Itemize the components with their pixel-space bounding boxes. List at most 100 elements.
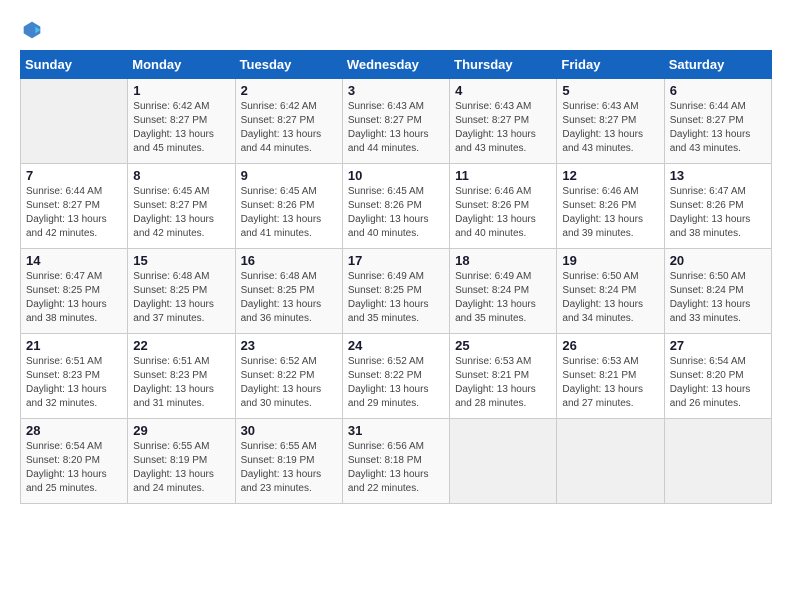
day-info: Sunrise: 6:48 AMSunset: 8:25 PMDaylight:… <box>133 270 229 326</box>
day-cell: 24Sunrise: 6:52 AMSunset: 8:22 PMDayligh… <box>342 334 449 419</box>
day-number: 11 <box>455 168 551 183</box>
day-info: Sunrise: 6:47 AMSunset: 8:25 PMDaylight:… <box>26 270 122 326</box>
day-number: 9 <box>241 168 337 183</box>
page-header <box>20 20 772 40</box>
day-cell: 30 Sunrise: 6:55 AMSunset: 8:19 PMDayligh… <box>235 419 342 504</box>
day-info: Sunrise: 6:49 AMSunset: 8:24 PMDaylight:… <box>455 270 551 326</box>
header-tuesday: Tuesday <box>235 51 342 79</box>
logo <box>20 20 42 40</box>
day-cell: 7 Sunrise: 6:44 AMSunset: 8:27 PMDaylight… <box>21 164 128 249</box>
day-cell: 2Sunrise: 6:42 AMSunset: 8:27 PMDaylight… <box>235 79 342 164</box>
day-cell: 1 Sunrise: 6:42 AMSunset: 8:27 PMDaylight… <box>128 79 235 164</box>
day-number: 19 <box>562 253 658 268</box>
day-number: 22 <box>133 338 229 353</box>
day-number: 10 <box>348 168 444 183</box>
day-number: 26 <box>562 338 658 353</box>
day-info: Sunrise: 6:42 AMSunset: 8:27 PMDaylight:… <box>241 100 337 156</box>
day-cell: 17 Sunrise: 6:49 AMSunset: 8:25 PMDayligh… <box>342 249 449 334</box>
day-cell: 3 Sunrise: 6:43 AMSunset: 8:27 PMDaylight… <box>342 79 449 164</box>
day-cell: 15 Sunrise: 6:48 AMSunset: 8:25 PMDayligh… <box>128 249 235 334</box>
day-number: 28 <box>26 423 122 438</box>
day-cell: 16Sunrise: 6:48 AMSunset: 8:25 PMDayligh… <box>235 249 342 334</box>
day-cell <box>450 419 557 504</box>
day-number: 5 <box>562 83 658 98</box>
day-cell: 4 Sunrise: 6:43 AMSunset: 8:27 PMDaylight… <box>450 79 557 164</box>
day-number: 17 <box>348 253 444 268</box>
header-sunday: Sunday <box>21 51 128 79</box>
day-info: Sunrise: 6:55 AMSunset: 8:19 PMDaylight:… <box>241 440 337 496</box>
day-cell: 26 Sunrise: 6:53 AMSunset: 8:21 PMDayligh… <box>557 334 664 419</box>
day-info: Sunrise: 6:43 AMSunset: 8:27 PMDaylight:… <box>562 100 658 156</box>
day-cell: 23 Sunrise: 6:52 AMSunset: 8:22 PMDayligh… <box>235 334 342 419</box>
day-number: 14 <box>26 253 122 268</box>
day-cell <box>664 419 771 504</box>
day-info: Sunrise: 6:43 AMSunset: 8:27 PMDaylight:… <box>348 100 444 156</box>
day-number: 6 <box>670 83 766 98</box>
day-info: Sunrise: 6:55 AMSunset: 8:19 PMDaylight:… <box>133 440 229 496</box>
day-number: 13 <box>670 168 766 183</box>
day-info: Sunrise: 6:45 AMSunset: 8:26 PMDaylight:… <box>241 185 337 241</box>
day-number: 25 <box>455 338 551 353</box>
day-number: 7 <box>26 168 122 183</box>
header-saturday: Saturday <box>664 51 771 79</box>
day-info: Sunrise: 6:53 AMSunset: 8:21 PMDaylight:… <box>455 355 551 411</box>
calendar-header-row: SundayMondayTuesdayWednesdayThursdayFrid… <box>21 51 772 79</box>
day-info: Sunrise: 6:43 AMSunset: 8:27 PMDaylight:… <box>455 100 551 156</box>
day-info: Sunrise: 6:49 AMSunset: 8:25 PMDaylight:… <box>348 270 444 326</box>
day-cell: 5 Sunrise: 6:43 AMSunset: 8:27 PMDaylight… <box>557 79 664 164</box>
day-info: Sunrise: 6:54 AMSunset: 8:20 PMDaylight:… <box>26 440 122 496</box>
day-cell: 19 Sunrise: 6:50 AMSunset: 8:24 PMDayligh… <box>557 249 664 334</box>
day-number: 24 <box>348 338 444 353</box>
day-cell: 13 Sunrise: 6:47 AMSunset: 8:26 PMDayligh… <box>664 164 771 249</box>
day-cell: 12 Sunrise: 6:46 AMSunset: 8:26 PMDayligh… <box>557 164 664 249</box>
day-info: Sunrise: 6:47 AMSunset: 8:26 PMDaylight:… <box>670 185 766 241</box>
day-info: Sunrise: 6:44 AMSunset: 8:27 PMDaylight:… <box>26 185 122 241</box>
day-number: 1 <box>133 83 229 98</box>
day-info: Sunrise: 6:51 AMSunset: 8:23 PMDaylight:… <box>133 355 229 411</box>
day-cell <box>557 419 664 504</box>
day-info: Sunrise: 6:51 AMSunset: 8:23 PMDaylight:… <box>26 355 122 411</box>
calendar-table: SundayMondayTuesdayWednesdayThursdayFrid… <box>20 50 772 504</box>
day-cell: 28 Sunrise: 6:54 AMSunset: 8:20 PMDayligh… <box>21 419 128 504</box>
day-info: Sunrise: 6:56 AMSunset: 8:18 PMDaylight:… <box>348 440 444 496</box>
day-cell: 27Sunrise: 6:54 AMSunset: 8:20 PMDayligh… <box>664 334 771 419</box>
day-number: 18 <box>455 253 551 268</box>
day-number: 31 <box>348 423 444 438</box>
day-number: 4 <box>455 83 551 98</box>
day-info: Sunrise: 6:52 AMSunset: 8:22 PMDaylight:… <box>241 355 337 411</box>
day-number: 3 <box>348 83 444 98</box>
day-number: 8 <box>133 168 229 183</box>
day-cell: 11 Sunrise: 6:46 AMSunset: 8:26 PMDayligh… <box>450 164 557 249</box>
day-cell: 8 Sunrise: 6:45 AMSunset: 8:27 PMDaylight… <box>128 164 235 249</box>
day-number: 20 <box>670 253 766 268</box>
day-cell: 6 Sunrise: 6:44 AMSunset: 8:27 PMDaylight… <box>664 79 771 164</box>
day-info: Sunrise: 6:50 AMSunset: 8:24 PMDaylight:… <box>562 270 658 326</box>
week-row-4: 21Sunrise: 6:51 AMSunset: 8:23 PMDayligh… <box>21 334 772 419</box>
day-cell: 29Sunrise: 6:55 AMSunset: 8:19 PMDayligh… <box>128 419 235 504</box>
day-cell: 31 Sunrise: 6:56 AMSunset: 8:18 PMDayligh… <box>342 419 449 504</box>
day-number: 27 <box>670 338 766 353</box>
day-info: Sunrise: 6:42 AMSunset: 8:27 PMDaylight:… <box>133 100 229 156</box>
day-cell <box>21 79 128 164</box>
week-row-3: 14 Sunrise: 6:47 AMSunset: 8:25 PMDayligh… <box>21 249 772 334</box>
header-thursday: Thursday <box>450 51 557 79</box>
day-cell: 22 Sunrise: 6:51 AMSunset: 8:23 PMDayligh… <box>128 334 235 419</box>
day-number: 23 <box>241 338 337 353</box>
day-number: 30 <box>241 423 337 438</box>
logo-icon <box>22 20 42 40</box>
day-info: Sunrise: 6:53 AMSunset: 8:21 PMDaylight:… <box>562 355 658 411</box>
day-number: 15 <box>133 253 229 268</box>
header-wednesday: Wednesday <box>342 51 449 79</box>
day-info: Sunrise: 6:46 AMSunset: 8:26 PMDaylight:… <box>455 185 551 241</box>
day-cell: 25 Sunrise: 6:53 AMSunset: 8:21 PMDayligh… <box>450 334 557 419</box>
week-row-5: 28 Sunrise: 6:54 AMSunset: 8:20 PMDayligh… <box>21 419 772 504</box>
day-cell: 20Sunrise: 6:50 AMSunset: 8:24 PMDayligh… <box>664 249 771 334</box>
header-friday: Friday <box>557 51 664 79</box>
day-info: Sunrise: 6:44 AMSunset: 8:27 PMDaylight:… <box>670 100 766 156</box>
day-cell: 18 Sunrise: 6:49 AMSunset: 8:24 PMDayligh… <box>450 249 557 334</box>
day-info: Sunrise: 6:46 AMSunset: 8:26 PMDaylight:… <box>562 185 658 241</box>
header-monday: Monday <box>128 51 235 79</box>
day-info: Sunrise: 6:45 AMSunset: 8:27 PMDaylight:… <box>133 185 229 241</box>
day-number: 12 <box>562 168 658 183</box>
day-cell: 14 Sunrise: 6:47 AMSunset: 8:25 PMDayligh… <box>21 249 128 334</box>
